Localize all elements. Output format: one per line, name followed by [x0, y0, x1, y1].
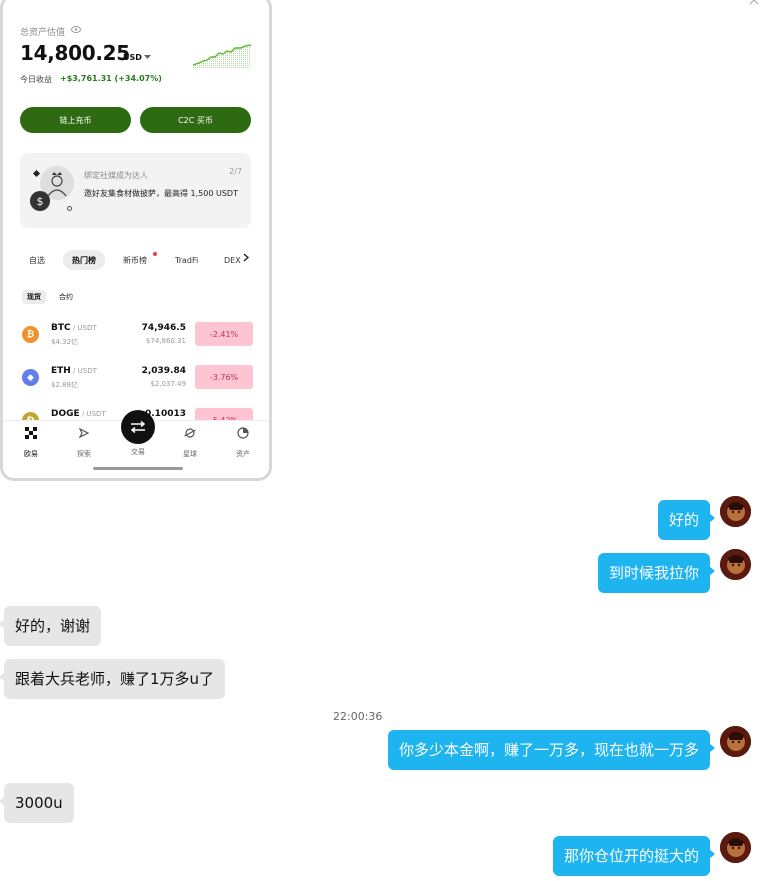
market-tabs: 自选 热门榜 新币榜 TradFi DEX — [20, 250, 260, 270]
chat-window: 总资产估值 14,800.25 USD 今日收益 +$3,761.31 (+34… — [0, 0, 762, 881]
nav-trade-label: 交易 — [131, 448, 145, 456]
diamond-icon — [32, 169, 41, 178]
new-badge-dot — [153, 252, 157, 256]
chevron-right-icon[interactable] — [243, 253, 249, 262]
circle-icon — [67, 206, 72, 211]
close-icon[interactable] — [748, 0, 760, 6]
asset-label: 总资产估值 — [20, 28, 66, 38]
c2c-buy-button[interactable]: C2C 买币 — [140, 107, 251, 133]
coin-volume: $4.32亿 — [51, 338, 79, 346]
coin-volume: $2.88亿 — [51, 381, 79, 389]
planet-icon — [184, 428, 196, 438]
eye-icon[interactable] — [71, 26, 81, 33]
nav-explore[interactable]: 探索 — [64, 427, 104, 459]
avatar[interactable] — [720, 726, 751, 757]
nav-home[interactable]: 欧易 — [11, 427, 51, 459]
dollar-coin-icon: $ — [30, 191, 50, 211]
promo-description: 邀好友集食材做披萨，最高得 1,500 USDT — [84, 189, 238, 198]
coin-symbol: DOGE / USDT — [51, 409, 106, 419]
coin-row-btc[interactable]: ₿ BTC / USDT $4.32亿 74,946.5 $74,860.31 … — [20, 319, 253, 351]
tab-dex[interactable]: DEX — [224, 250, 243, 270]
user-avatar-icon — [720, 726, 751, 757]
chevron-down-icon[interactable] — [144, 55, 151, 60]
nav-trade[interactable]: 交易 — [118, 447, 158, 457]
trade-button[interactable] — [121, 410, 155, 444]
nav-home-label: 欧易 — [24, 450, 38, 458]
pnl-value: +$3,761.31 (+34.07%) — [60, 74, 162, 83]
coin-fiat-price: $74,860.31 — [145, 337, 186, 345]
tab-tradfi[interactable]: TradFi — [175, 250, 198, 270]
coin-fiat-price: $2,037.49 — [150, 380, 186, 388]
tab-watchlist[interactable]: 自选 — [29, 250, 45, 270]
subtab-spot[interactable]: 现货 — [22, 290, 46, 304]
okx-logo-icon — [25, 427, 37, 439]
compass-icon — [78, 427, 90, 439]
pnl-label: 今日收益 — [20, 75, 52, 84]
tab-new[interactable]: 新币榜 — [123, 250, 147, 270]
message-sent[interactable]: 那你仓位开的挺大的 — [552, 836, 716, 876]
swap-icon — [130, 421, 146, 433]
home-indicator — [93, 467, 183, 470]
user-avatar-icon — [720, 832, 751, 863]
coin-symbol: BTC / USDT — [51, 323, 97, 333]
nav-assets-label: 资产 — [236, 450, 250, 458]
user-avatar-icon — [720, 496, 751, 527]
coin-price: 74,946.5 — [141, 323, 186, 333]
btc-icon: ₿ — [22, 326, 39, 343]
subtab-futures[interactable]: 合约 — [59, 290, 73, 304]
message-received[interactable]: 跟着大兵老师，赚了1万多u了 — [0, 659, 226, 699]
message-received[interactable]: 3000u — [0, 783, 74, 823]
onchain-deposit-button[interactable]: 链上充币 — [20, 107, 131, 133]
nav-planet-label: 星球 — [183, 450, 197, 458]
message-sent[interactable]: 你多少本金啊，赚了一万多，现在也就一万多 — [387, 730, 716, 770]
asset-currency[interactable]: USD — [123, 53, 142, 62]
message-timestamp: 22:00:36 — [333, 710, 383, 723]
coin-symbol: ETH / USDT — [51, 366, 97, 376]
message-sent[interactable]: 到时候我拉你 — [597, 553, 716, 593]
sparkline-chart — [193, 44, 251, 69]
nav-explore-label: 探索 — [77, 450, 91, 458]
nav-assets[interactable]: 资产 — [223, 427, 263, 459]
coin-price: 2,039.84 — [141, 366, 186, 376]
promo-card[interactable]: $ 绑定社媒成为达人 2/7 邀好友集食材做披萨，最高得 1,500 USDT — [20, 153, 251, 228]
coin-row-eth[interactable]: ◆ ETH / USDT $2.88亿 2,039.84 $2,037.49 -… — [20, 362, 253, 394]
coin-change-badge: -2.41% — [195, 322, 253, 346]
promo-count: 2/7 — [229, 167, 242, 176]
shared-screenshot[interactable]: 总资产估值 14,800.25 USD 今日收益 +$3,761.31 (+34… — [0, 0, 272, 481]
avatar[interactable] — [720, 549, 751, 580]
pie-chart-icon — [237, 427, 249, 439]
bottom-nav: 欧易 探索 交易 星球 资产 — [3, 410, 269, 478]
nav-planet[interactable]: 星球 — [170, 427, 210, 459]
message-received[interactable]: 好的，谢谢 — [0, 606, 102, 646]
asset-value: 14,800.25 — [20, 41, 130, 65]
message-sent[interactable]: 好的 — [657, 500, 716, 540]
avatar[interactable] — [720, 496, 751, 527]
promo-title: 绑定社媒成为达人 — [84, 171, 148, 180]
eth-icon: ◆ — [22, 369, 39, 386]
user-avatar-icon — [720, 549, 751, 580]
avatar[interactable] — [720, 832, 751, 863]
coin-change-badge: -3.76% — [195, 365, 253, 389]
tab-hot[interactable]: 热门榜 — [63, 250, 105, 270]
